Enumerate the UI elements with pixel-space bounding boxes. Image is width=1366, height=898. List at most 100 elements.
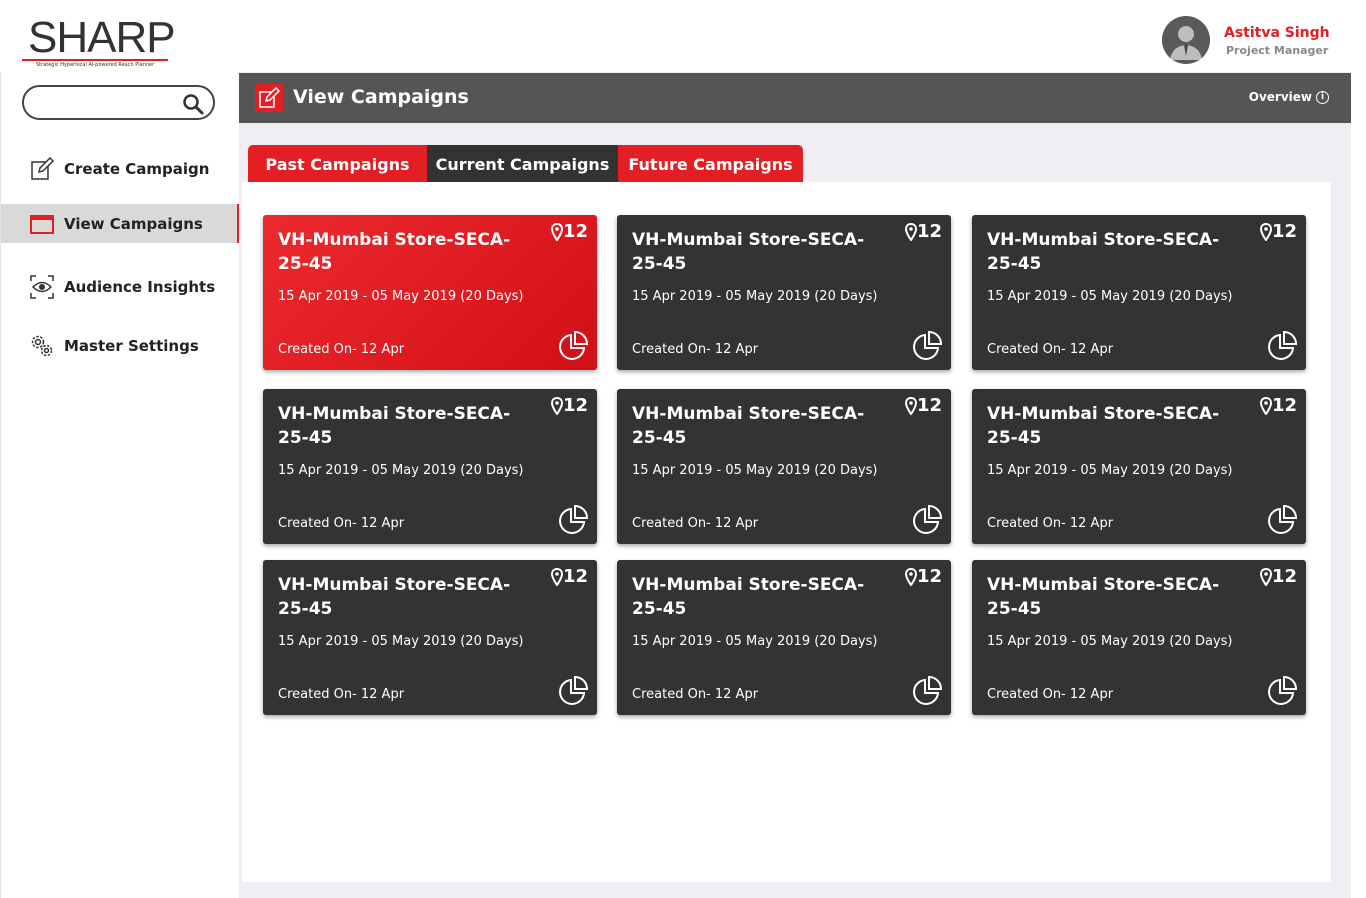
overview-link[interactable]: Overview i bbox=[1249, 90, 1329, 104]
campaign-card[interactable]: VH-Mumbai Store-SECA-25-45 15 Apr 2019 -… bbox=[263, 215, 597, 370]
pie-chart-icon[interactable] bbox=[557, 504, 589, 536]
overview-label: Overview bbox=[1248, 90, 1312, 104]
campaign-name: VH-Mumbai Store-SECA-25-45 bbox=[632, 575, 865, 619]
campaign-created-date: Created On- 12 Apr bbox=[632, 342, 759, 357]
location-pin-icon bbox=[550, 222, 563, 241]
logo[interactable]: SHARP Strategic Hyperlocal AI-powered Re… bbox=[22, 14, 176, 72]
main-content: View Campaigns Overview i Past Campaigns… bbox=[239, 72, 1351, 898]
pie-chart-icon[interactable] bbox=[1266, 504, 1298, 536]
campaign-dates: 15 Apr 2019 - 05 May 2019 (20 Days) bbox=[632, 634, 878, 649]
location-pin-icon bbox=[1259, 396, 1272, 415]
pie-chart-icon[interactable] bbox=[557, 675, 589, 707]
location-count-value: 12 bbox=[1271, 395, 1297, 416]
campaign-card[interactable]: VH-Mumbai Store-SECA-25-45 15 Apr 2019 -… bbox=[972, 215, 1306, 370]
sidebar-item-label: Master Settings bbox=[64, 336, 199, 355]
pie-chart-icon[interactable] bbox=[1266, 330, 1298, 362]
pie-chart-icon[interactable] bbox=[911, 504, 943, 536]
campaign-name: VH-Mumbai Store-SECA-25-45 bbox=[278, 230, 511, 274]
location-count: 12 bbox=[550, 566, 588, 587]
campaign-card[interactable]: VH-Mumbai Store-SECA-25-45 15 Apr 2019 -… bbox=[617, 215, 951, 370]
location-pin-icon bbox=[550, 396, 563, 415]
campaign-name: VH-Mumbai Store-SECA-25-45 bbox=[632, 230, 865, 274]
campaign-created-date: Created On- 12 Apr bbox=[987, 342, 1114, 357]
location-count: 12 bbox=[904, 395, 942, 416]
campaign-created-date: Created On- 12 Apr bbox=[632, 516, 759, 531]
campaign-dates: 15 Apr 2019 - 05 May 2019 (20 Days) bbox=[632, 463, 878, 478]
campaign-name: VH-Mumbai Store-SECA-25-45 bbox=[278, 404, 511, 448]
campaign-name: VH-Mumbai Store-SECA-25-45 bbox=[987, 575, 1220, 619]
location-count-value: 12 bbox=[916, 566, 942, 587]
campaign-dates: 15 Apr 2019 - 05 May 2019 (20 Days) bbox=[278, 289, 524, 304]
sidebar-item-view-campaigns[interactable]: View Campaigns bbox=[1, 204, 240, 243]
eye-scan-icon bbox=[30, 274, 54, 299]
campaign-created-date: Created On- 12 Apr bbox=[278, 516, 405, 531]
campaign-panel: VH-Mumbai Store-SECA-25-45 15 Apr 2019 -… bbox=[242, 182, 1331, 882]
tab-past-campaigns[interactable]: Past Campaigns bbox=[248, 145, 427, 183]
avatar[interactable] bbox=[1162, 16, 1210, 64]
location-count-value: 12 bbox=[562, 221, 588, 242]
sidebar-item-master-settings[interactable]: Master Settings bbox=[1, 326, 238, 365]
window-icon bbox=[30, 212, 54, 236]
edit-icon bbox=[30, 156, 54, 181]
sidebar: Create Campaign View Campaigns Audience … bbox=[0, 72, 240, 898]
sidebar-item-label: Audience Insights bbox=[64, 277, 216, 296]
campaign-created-date: Created On- 12 Apr bbox=[987, 516, 1114, 531]
campaign-dates: 15 Apr 2019 - 05 May 2019 (20 Days) bbox=[278, 634, 524, 649]
pie-chart-icon[interactable] bbox=[1266, 675, 1298, 707]
edit-icon bbox=[255, 84, 283, 112]
location-count-value: 12 bbox=[1271, 221, 1297, 242]
tab-future-campaigns[interactable]: Future Campaigns bbox=[618, 145, 803, 183]
sidebar-item-label: View Campaigns bbox=[64, 214, 203, 233]
logo-underline bbox=[22, 59, 168, 61]
tab-current-campaigns[interactable]: Current Campaigns bbox=[427, 145, 618, 183]
campaign-dates: 15 Apr 2019 - 05 May 2019 (20 Days) bbox=[987, 634, 1233, 649]
campaign-card[interactable]: VH-Mumbai Store-SECA-25-45 15 Apr 2019 -… bbox=[263, 560, 597, 715]
location-count-value: 12 bbox=[562, 395, 588, 416]
campaign-created-date: Created On- 12 Apr bbox=[632, 687, 759, 702]
campaign-created-date: Created On- 12 Apr bbox=[987, 687, 1114, 702]
campaign-card[interactable]: VH-Mumbai Store-SECA-25-45 15 Apr 2019 -… bbox=[617, 389, 951, 544]
campaign-dates: 15 Apr 2019 - 05 May 2019 (20 Days) bbox=[987, 289, 1233, 304]
campaign-card[interactable]: VH-Mumbai Store-SECA-25-45 15 Apr 2019 -… bbox=[263, 389, 597, 544]
location-count-value: 12 bbox=[916, 395, 942, 416]
gears-icon bbox=[30, 334, 54, 358]
location-pin-icon bbox=[904, 567, 917, 586]
sidebar-item-audience-insights[interactable]: Audience Insights bbox=[1, 267, 238, 306]
campaign-name: VH-Mumbai Store-SECA-25-45 bbox=[632, 404, 865, 448]
location-count: 12 bbox=[1259, 566, 1297, 587]
pie-chart-icon[interactable] bbox=[911, 330, 943, 362]
campaign-tabs: Past Campaigns Current Campaigns Future … bbox=[248, 145, 803, 183]
search-icon[interactable] bbox=[182, 93, 204, 115]
location-count: 12 bbox=[1259, 395, 1297, 416]
location-pin-icon bbox=[1259, 567, 1272, 586]
page-header: View Campaigns Overview i bbox=[239, 73, 1351, 123]
campaign-name: VH-Mumbai Store-SECA-25-45 bbox=[278, 575, 511, 619]
page-title: View Campaigns bbox=[293, 86, 469, 108]
pie-chart-icon[interactable] bbox=[911, 675, 943, 707]
campaign-name: VH-Mumbai Store-SECA-25-45 bbox=[987, 404, 1220, 448]
location-count: 12 bbox=[550, 395, 588, 416]
info-icon: i bbox=[1316, 90, 1329, 104]
campaign-card[interactable]: VH-Mumbai Store-SECA-25-45 15 Apr 2019 -… bbox=[617, 560, 951, 715]
campaign-dates: 15 Apr 2019 - 05 May 2019 (20 Days) bbox=[987, 463, 1233, 478]
pie-chart-icon[interactable] bbox=[557, 330, 589, 362]
search-box[interactable] bbox=[22, 85, 215, 120]
campaign-card[interactable]: VH-Mumbai Store-SECA-25-45 15 Apr 2019 -… bbox=[972, 560, 1306, 715]
campaign-created-date: Created On- 12 Apr bbox=[278, 342, 405, 357]
campaign-dates: 15 Apr 2019 - 05 May 2019 (20 Days) bbox=[632, 289, 878, 304]
user-role: Project Manager bbox=[1226, 44, 1329, 57]
app-root: SHARP Strategic Hyperlocal AI-powered Re… bbox=[0, 0, 1366, 898]
sidebar-item-label: Create Campaign bbox=[64, 159, 210, 178]
location-count: 12 bbox=[1259, 221, 1297, 242]
logo-accent-icon bbox=[100, 26, 122, 60]
location-pin-icon bbox=[904, 396, 917, 415]
logo-tagline: Strategic Hyperlocal AI-powered Reach Pl… bbox=[36, 62, 155, 68]
campaign-card[interactable]: VH-Mumbai Store-SECA-25-45 15 Apr 2019 -… bbox=[972, 389, 1306, 544]
sidebar-item-create-campaign[interactable]: Create Campaign bbox=[1, 149, 238, 188]
location-count-value: 12 bbox=[916, 221, 942, 242]
location-pin-icon bbox=[904, 222, 917, 241]
location-pin-icon bbox=[550, 567, 563, 586]
campaign-dates: 15 Apr 2019 - 05 May 2019 (20 Days) bbox=[278, 463, 524, 478]
location-count: 12 bbox=[550, 221, 588, 242]
search-input[interactable] bbox=[36, 92, 181, 114]
